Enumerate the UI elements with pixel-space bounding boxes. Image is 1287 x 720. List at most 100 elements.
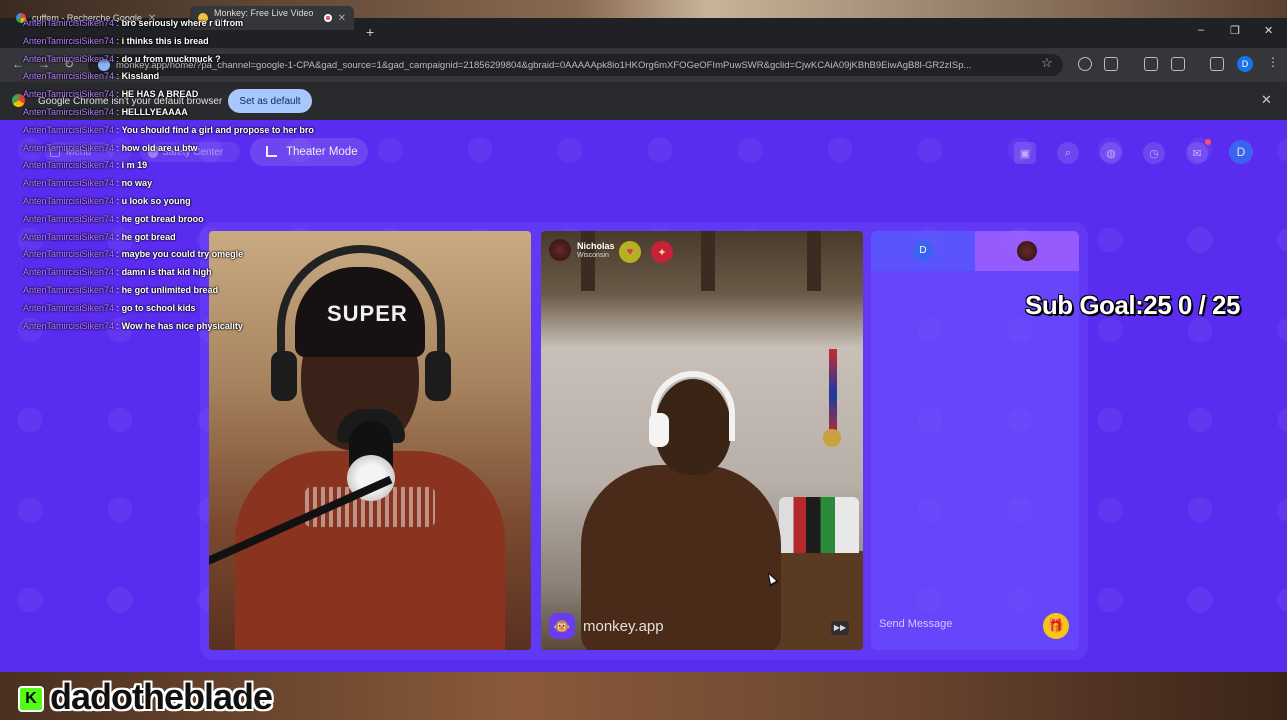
chat-message: AntenTamircisiSiken74 : he got unlimited… <box>23 282 353 300</box>
chat-separator: : <box>114 124 122 135</box>
profile-avatar[interactable]: D <box>1237 56 1253 72</box>
chat-message: AntenTamircisiSiken74 : he got bread <box>23 229 353 247</box>
partner-avatar[interactable] <box>549 239 571 261</box>
chat-username: AntenTamircisiSiken74 <box>23 106 115 117</box>
partner-video-feed: Nicholas Wisconsin ♥ ✦ 🐵 monkey.app ▶▶ <box>541 231 863 650</box>
globe-icon[interactable]: ◍ <box>1100 142 1122 164</box>
puzzle-extensions-icon[interactable] <box>1104 57 1118 71</box>
chat-separator: : <box>114 267 122 278</box>
chat-username: AntenTamircisiSiken74 <box>23 71 115 82</box>
chat-text: he got bread <box>121 231 176 242</box>
close-window-button[interactable]: ✕ <box>1264 24 1273 37</box>
chat-message: AntenTamircisiSiken74 : Wow he has nice … <box>23 318 353 336</box>
chat-text: he got bread brooo <box>121 213 204 224</box>
chat-text: i m 19 <box>121 160 148 171</box>
chat-username: AntenTamircisiSiken74 <box>23 178 115 189</box>
chat-text: You should find a girl and propose to he… <box>121 124 314 135</box>
headphone-cup <box>649 413 669 447</box>
download-icon[interactable] <box>1144 57 1158 71</box>
sub-goal-counter: Sub Goal:25 0 / 25 <box>1025 290 1240 320</box>
stream-chat-overlay: AntenTamircisiSiken74 : bro seriously wh… <box>23 15 353 335</box>
chat-username: AntenTamircisiSiken74 <box>23 249 115 260</box>
partner-name: Nicholas <box>577 240 615 251</box>
chat-username: AntenTamircisiSiken74 <box>23 35 115 46</box>
heart-icon[interactable]: ♥ <box>619 241 641 263</box>
chat-text: HE HAS A BREAD <box>121 89 199 100</box>
send-message-input[interactable] <box>879 611 1041 637</box>
chat-text: go to school kids <box>121 302 196 313</box>
gift-button[interactable]: 🎁 <box>1043 613 1069 639</box>
infobar-close-icon[interactable]: ✕ <box>1261 92 1272 108</box>
monkey-logo-icon: 🐵 <box>549 613 575 639</box>
chat-message: AntenTamircisiSiken74 : how old are u bt… <box>23 140 353 158</box>
chat-text: do u from muckmuck ? <box>121 53 221 64</box>
chat-username: AntenTamircisiSiken74 <box>23 213 115 224</box>
chat-username: AntenTamircisiSiken74 <box>23 124 115 135</box>
media-control-icon[interactable] <box>1210 57 1224 71</box>
chat-message: AntenTamircisiSiken74 : damn is that kid… <box>23 264 353 282</box>
medal <box>823 429 841 447</box>
messages-icon[interactable]: ✉ <box>1186 139 1211 164</box>
search-icon[interactable]: ⌕ <box>1057 142 1079 164</box>
chat-separator: : <box>114 160 122 171</box>
chat-username: AntenTamircisiSiken74 <box>23 18 115 28</box>
chat-text: how old are u btw <box>121 142 198 153</box>
gift-badge-icon[interactable]: ✦ <box>651 241 673 263</box>
chat-username: AntenTamircisiSiken74 <box>23 267 115 278</box>
partner-location: Wisconsin <box>577 251 609 259</box>
chat-separator: : <box>114 284 122 295</box>
chat-message: AntenTamircisiSiken74 : i m 19 <box>23 157 353 175</box>
chat-separator: : <box>114 106 122 117</box>
screen-cast-icon[interactable] <box>1171 57 1185 71</box>
user-avatar[interactable]: D <box>1229 140 1253 164</box>
extension-icon[interactable] <box>1078 57 1092 71</box>
chat-separator: : <box>114 89 122 100</box>
bottles <box>779 497 859 553</box>
chat-text: Kissland <box>121 71 160 82</box>
chat-text: Wow he has nice physicality <box>121 320 243 331</box>
chat-message: AntenTamircisiSiken74 : no way <box>23 175 353 193</box>
chat-separator: : <box>114 142 122 153</box>
chat-message: AntenTamircisiSiken74 : You should find … <box>23 122 353 140</box>
restore-button[interactable]: ❐ <box>1230 24 1240 37</box>
shop-icon[interactable]: ▣ <box>1014 142 1036 164</box>
skip-icon[interactable]: ▶▶ <box>831 621 849 635</box>
bookmark-star-icon[interactable]: ☆ <box>1041 55 1053 71</box>
chat-username: AntenTamircisiSiken74 <box>23 320 115 331</box>
chat-username: AntenTamircisiSiken74 <box>23 195 115 206</box>
chat-text: u look so young <box>121 195 191 206</box>
chat-username: AntenTamircisiSiken74 <box>23 284 115 295</box>
chat-text: i thinks this is bread <box>121 35 209 46</box>
chat-message: AntenTamircisiSiken74 : do u from muckmu… <box>23 51 353 69</box>
monkey-watermark: 🐵 monkey.app <box>549 613 664 639</box>
history-icon[interactable]: ◷ <box>1143 142 1165 164</box>
chat-separator: : <box>114 35 122 46</box>
new-tab-button[interactable]: + <box>366 24 374 40</box>
chat-separator: : <box>114 178 122 189</box>
headphone-cup <box>425 351 451 401</box>
minimize-button[interactable]: – <box>1198 24 1204 36</box>
chat-message: AntenTamircisiSiken74 : u look so young <box>23 193 353 211</box>
ceiling-beam <box>701 231 715 291</box>
chat-text: HELLLYEAAAA <box>121 106 188 117</box>
watermark-text: monkey.app <box>583 617 664 635</box>
chat-username: AntenTamircisiSiken74 <box>23 302 115 313</box>
chat-username: AntenTamircisiSiken74 <box>23 53 115 64</box>
chat-separator: : <box>114 320 122 331</box>
chat-separator: : <box>114 231 122 242</box>
chat-self-avatar: D <box>913 241 933 261</box>
chat-message: AntenTamircisiSiken74 : bro seriously wh… <box>23 15 353 33</box>
chrome-menu-icon[interactable]: ⋮ <box>1267 55 1279 69</box>
partner-info[interactable]: Nicholas Wisconsin <box>549 239 615 261</box>
chat-separator: : <box>114 213 122 224</box>
chat-username: AntenTamircisiSiken74 <box>23 160 115 171</box>
shelf <box>777 551 863 650</box>
chat-separator: : <box>114 195 122 206</box>
chat-text: bro seriously where r u from <box>121 18 244 28</box>
streamer-handle: dadotheblade <box>50 676 273 717</box>
chat-message: AntenTamircisiSiken74 : he got bread bro… <box>23 211 353 229</box>
chat-text: damn is that kid high <box>121 267 212 278</box>
headphone-cup <box>271 351 297 401</box>
kick-logo-icon: K <box>18 686 44 712</box>
chat-message: AntenTamircisiSiken74 : HE HAS A BREAD <box>23 86 353 104</box>
